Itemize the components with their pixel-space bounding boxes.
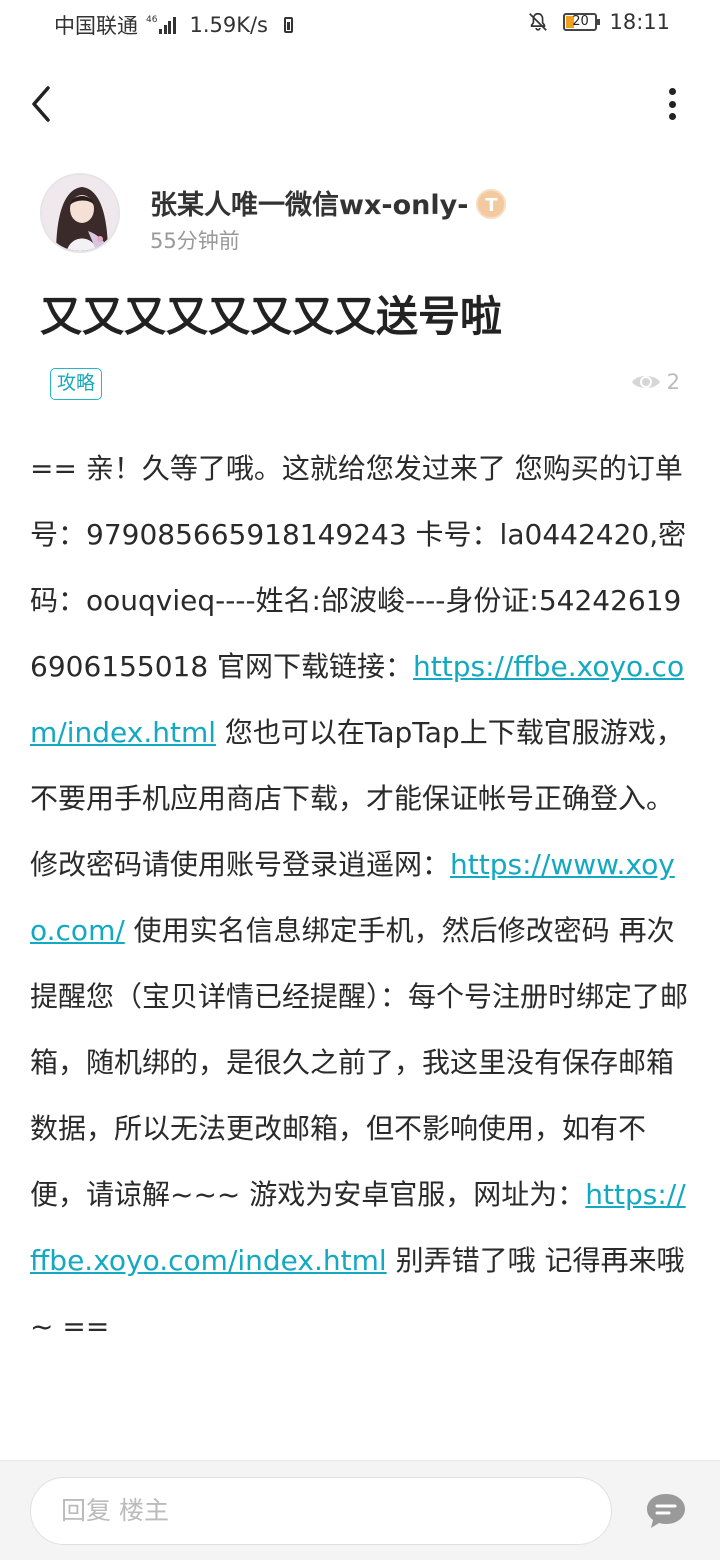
mute-bell-icon — [529, 12, 548, 31]
post-body: == 亲！久等了哦。这就给您发过来了 您购买的订单号：9790856659181… — [30, 436, 692, 1458]
status-bar: 中国联通 46 1.59K/s 20 18:11 — [0, 0, 720, 50]
level-badge-icon: T — [476, 188, 507, 219]
battery-icon: 20 — [563, 13, 601, 31]
avatar[interactable] — [40, 173, 120, 253]
tag-row: 攻略 2 — [50, 366, 680, 402]
signal-icon: 46 — [146, 16, 177, 34]
reply-input[interactable]: 回复 楼主 — [30, 1477, 612, 1545]
author-header: 张某人唯一微信wx-only- T 55分钟前 — [40, 173, 680, 253]
status-right: 20 18:11 — [527, 10, 670, 34]
eye-icon — [631, 376, 660, 388]
comment-icon[interactable] — [645, 1491, 687, 1531]
status-left: 中国联通 46 1.59K/s — [54, 10, 293, 40]
carrier-label: 中国联通 — [54, 14, 138, 38]
back-arrow-icon[interactable] — [24, 82, 64, 126]
more-vertical-icon[interactable] — [662, 82, 682, 126]
author-name[interactable]: 张某人唯一微信wx-only- T — [150, 183, 507, 222]
network-speed: 1.59K/s — [189, 13, 268, 37]
app-bar — [0, 70, 720, 140]
post-time: 55分钟前 — [150, 229, 240, 253]
post-title: 又又又又又又又又送号啦 — [40, 292, 503, 341]
view-count: 2 — [631, 370, 680, 394]
battery-saver-icon — [284, 17, 293, 33]
avatar-image — [42, 175, 118, 251]
reply-bar: 回复 楼主 — [0, 1460, 720, 1560]
body-text: == 亲！久等了哦。这就给您发过来了 您购买的订单号：9790856659181… — [30, 452, 687, 683]
body-text: 使用实名信息绑定手机，然后修改密码 再次提醒您（宝贝详情已经提醒）：每个号注册时… — [30, 914, 689, 1211]
clock: 18:11 — [609, 10, 670, 34]
tag-chip[interactable]: 攻略 — [50, 368, 103, 400]
